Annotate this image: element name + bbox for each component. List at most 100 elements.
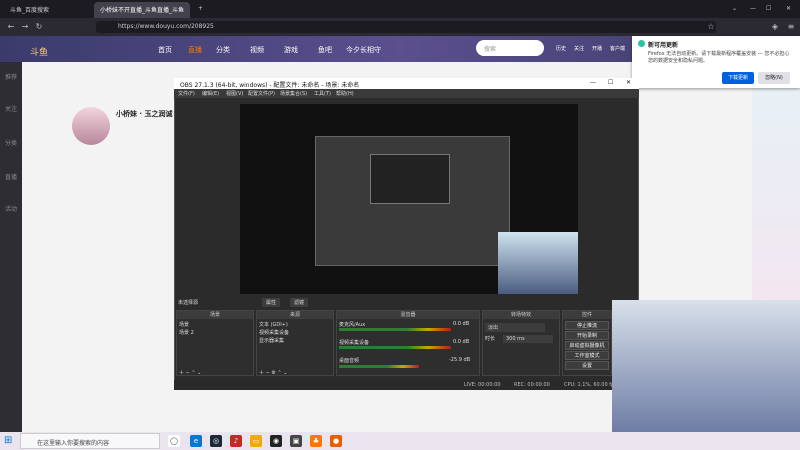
virtual-camera-button[interactable]: 启动虚拟摄像机	[565, 341, 609, 350]
obs-taskbar-icon[interactable]: ◉	[270, 435, 282, 447]
nav-category[interactable]: 分类	[216, 45, 230, 55]
streamer-avatar[interactable]	[72, 107, 110, 145]
app-icon[interactable]: ♪	[230, 435, 242, 447]
menu-icon[interactable]: ≡	[786, 21, 796, 33]
nav-event[interactable]: 今夕长相守	[346, 45, 381, 55]
transitions-header: 转场特效	[483, 311, 559, 319]
taskbar-search-input[interactable]: 在这里输入你要搜索的内容	[20, 433, 160, 449]
rail-recommend[interactable]: 推荐	[4, 72, 18, 86]
mixer-panel: 混音器 麦克风/Aux 0.0 dB 视频采集设备 0.0 dB 桌面音频 -2…	[336, 310, 480, 376]
browser-toolbar: ← → ↻ https://www.douyu.com/208925 ☆ ◈ ≡	[0, 18, 800, 36]
close-icon[interactable]: ✕	[780, 2, 797, 18]
dismiss-button[interactable]: 忽略(N)	[758, 72, 790, 84]
steam-icon[interactable]: ◎	[210, 435, 222, 447]
pocket-icon[interactable]: ◈	[770, 21, 780, 33]
terminal-icon[interactable]: ▣	[290, 435, 302, 447]
obs-title-bar: OBS 27.1.3 (64-bit, windows) - 配置文件: 未命名…	[174, 78, 639, 89]
mixer-header: 混音器	[337, 311, 479, 319]
scene-item[interactable]: 场景	[179, 321, 189, 328]
folder-icon[interactable]: ▭	[250, 435, 262, 447]
source-item[interactable]: 视频采集设备	[259, 329, 289, 336]
stop-streaming-button[interactable]: 停止推流	[565, 321, 609, 330]
left-rail: 推荐 关注 分类 直播 活动	[0, 62, 22, 432]
site-logo[interactable]: 斗鱼	[30, 45, 48, 58]
header-broadcast[interactable]: 开播	[592, 45, 602, 52]
streamer-name[interactable]: 小桥妹 · 玉之润诚	[116, 109, 173, 119]
menu-scene-collection[interactable]: 场景集合(S)	[280, 90, 307, 97]
reload-icon[interactable]: ↻	[34, 21, 44, 33]
rail-follow[interactable]: 关注	[4, 104, 18, 118]
new-tab-button[interactable]: +	[192, 2, 204, 18]
nav-home[interactable]: 首页	[158, 45, 172, 55]
nested-obs-capture-inner	[370, 154, 450, 204]
filters-button[interactable]: 滤镜	[290, 298, 309, 307]
cpu-status: CPU: 1.1%, 60.00 fps	[564, 382, 617, 388]
audio-meter	[339, 328, 451, 331]
transition-select[interactable]: 淡出	[485, 323, 545, 332]
menu-help[interactable]: 帮助(H)	[336, 90, 354, 97]
bookmark-star-icon[interactable]: ☆	[706, 21, 716, 33]
webcam-overlay	[612, 300, 800, 450]
transitions-panel: 转场特效 淡出 时长 300 ms	[482, 310, 560, 376]
edge-icon[interactable]: e	[190, 435, 202, 447]
site-search-input[interactable]: 搜索	[476, 40, 544, 56]
scene-item[interactable]: 场景 2	[179, 329, 194, 336]
taskbar-search-placeholder: 在这里输入你要搜索的内容	[37, 440, 110, 447]
start-recording-button[interactable]: 开始录制	[565, 331, 609, 340]
maximize-icon[interactable]: ☐	[760, 2, 777, 18]
scenes-header: 场景	[177, 311, 253, 319]
sources-header: 来源	[257, 311, 333, 319]
settings-button[interactable]: 设置	[565, 361, 609, 370]
tab-douyu[interactable]: 小桥妹不开直播_斗鱼直播_斗鱼	[94, 2, 190, 18]
live-status: LIVE: 00:00:00	[464, 382, 501, 388]
nav-video[interactable]: 视频	[250, 45, 264, 55]
header-follow[interactable]: 关注	[574, 45, 584, 52]
scenes-panel: 场景 场景 场景 2 ＋ − ⌃ ⌄	[176, 310, 254, 376]
search-placeholder: 搜索	[484, 46, 497, 53]
header-client[interactable]: 客户端	[610, 45, 625, 52]
obs-minimize-icon[interactable]: —	[590, 79, 596, 86]
nav-live[interactable]: 直播	[188, 45, 202, 55]
rail-activity[interactable]: 活动	[4, 204, 18, 218]
tab-list-icon[interactable]: ⌄	[726, 2, 743, 18]
header-history[interactable]: 历史	[556, 45, 566, 52]
rail-category[interactable]: 分类	[4, 138, 18, 152]
menu-view[interactable]: 视图(V)	[226, 90, 243, 97]
menu-tools[interactable]: 工具(T)	[314, 90, 331, 97]
download-update-button[interactable]: 下载更新	[722, 72, 754, 84]
tab-label: 小桥妹不开直播_斗鱼直播_斗鱼	[100, 7, 185, 14]
duration-input[interactable]: 300 ms	[503, 335, 553, 343]
task-view-icon[interactable]: ◯	[168, 435, 180, 447]
menu-edit[interactable]: 编辑(E)	[202, 90, 219, 97]
audio-meter	[339, 365, 419, 368]
mixer-channel-db: -25.9 dB	[449, 357, 471, 363]
menu-profile[interactable]: 配置文件(P)	[248, 90, 275, 97]
source-add-remove[interactable]: ＋ − ⚙ ⌃ ⌄	[259, 369, 287, 376]
forward-icon[interactable]: →	[20, 21, 30, 33]
source-item[interactable]: 显示器采集	[259, 337, 284, 344]
no-source-label: 未选择源	[178, 300, 199, 306]
windows-start-icon[interactable]: ⊞	[4, 435, 16, 447]
scene-add-remove[interactable]: ＋ − ⌃ ⌄	[179, 369, 201, 376]
mixer-channel-name: 麦克风/Aux	[339, 322, 366, 328]
tab-label: 斗鱼_百度搜索	[10, 7, 50, 14]
nav-fishbar[interactable]: 鱼吧	[318, 45, 332, 55]
douyu-icon[interactable]: ♣	[310, 435, 322, 447]
controls-header: 控件	[563, 311, 611, 319]
obs-close-icon[interactable]: ✕	[626, 79, 631, 86]
menu-file[interactable]: 文件(F)	[178, 90, 195, 97]
url-text: https://www.douyu.com/208925	[118, 23, 214, 30]
notification-title: 新可用更新	[648, 42, 679, 49]
properties-button[interactable]: 属性	[262, 298, 281, 307]
rail-live[interactable]: 直播	[4, 172, 18, 186]
obs-status-bar: LIVE: 00:00:00 REC: 00:00:00 CPU: 1.1%, …	[174, 380, 639, 390]
firefox-icon[interactable]: ●	[330, 435, 342, 447]
address-bar[interactable]: https://www.douyu.com/208925	[96, 21, 716, 33]
studio-mode-button[interactable]: 工作室模式	[565, 351, 609, 360]
source-item[interactable]: 文本 (GDI+)	[259, 321, 288, 328]
obs-maximize-icon[interactable]: ☐	[608, 79, 613, 86]
tab-baidu[interactable]: 斗鱼_百度搜索	[4, 2, 92, 18]
back-icon[interactable]: ←	[6, 21, 16, 33]
notification-body: Firefox 无法自动更新。请下载最新程序覆盖安装 — 您不必担心您的数据安全…	[648, 51, 790, 64]
nav-game[interactable]: 游戏	[284, 45, 298, 55]
